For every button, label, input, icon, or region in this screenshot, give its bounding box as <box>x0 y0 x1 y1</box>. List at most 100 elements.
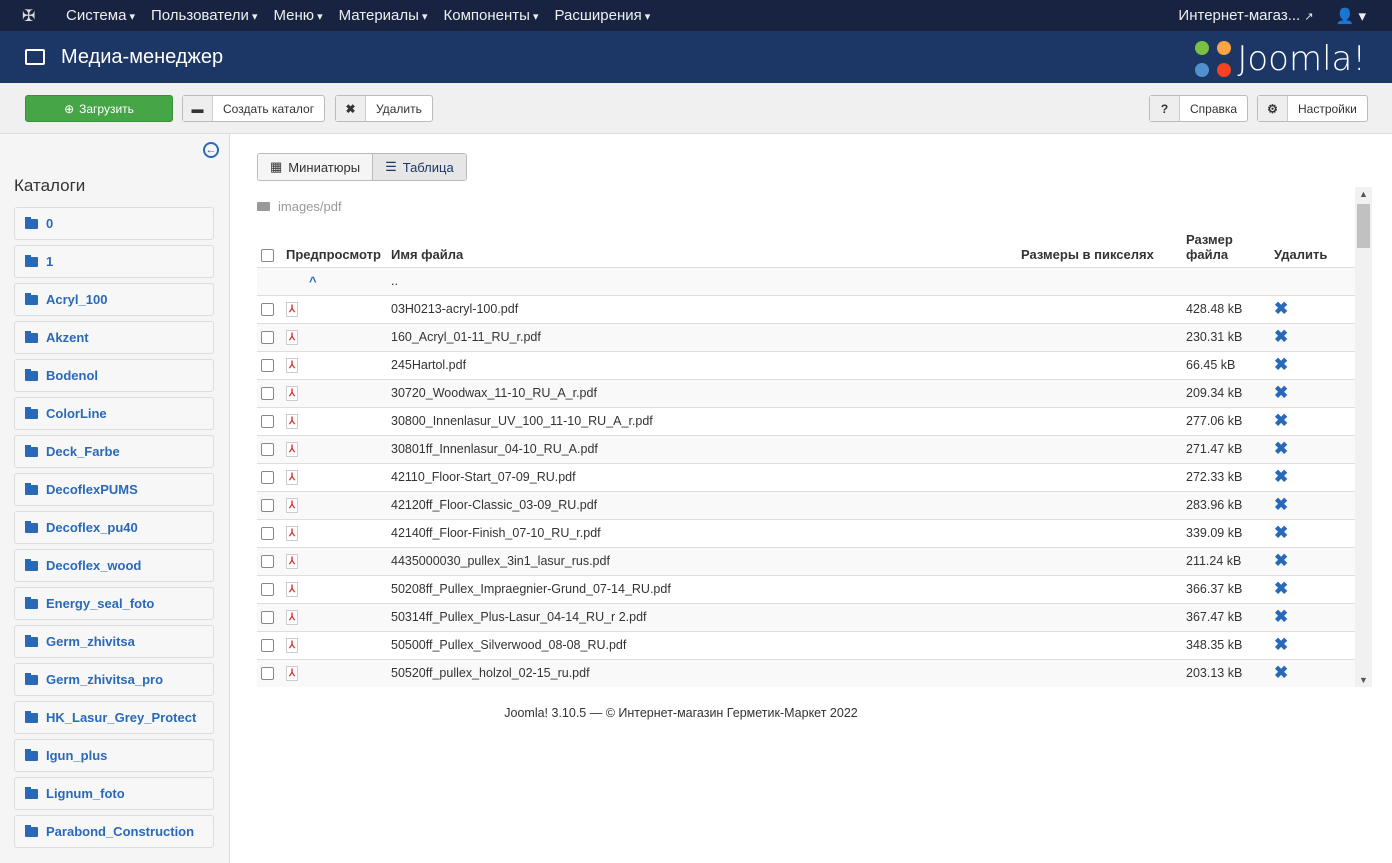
file-name[interactable]: 42110_Floor-Start_07-09_RU.pdf <box>387 463 1017 492</box>
file-name[interactable]: 50520ff_pullex_holzol_02-15_ru.pdf <box>387 659 1017 687</box>
table-row: ⅄ 4435000030_pullex_3in1_lasur_rus.pdf 211… <box>257 547 1355 576</box>
row-checkbox[interactable] <box>261 415 274 429</box>
delete-file-icon[interactable]: ✖ <box>1274 411 1288 430</box>
delete-button[interactable]: ✖ Удалить <box>335 95 433 122</box>
delete-file-icon[interactable]: ✖ <box>1274 607 1288 626</box>
row-checkbox[interactable] <box>261 667 274 681</box>
delete-file-icon[interactable]: ✖ <box>1274 523 1288 542</box>
delete-file-icon[interactable]: ✖ <box>1274 551 1288 570</box>
site-link[interactable]: Интернет-магаз... ↗ <box>1178 7 1313 25</box>
delete-file-icon[interactable]: ✖ <box>1274 383 1288 402</box>
folder-item[interactable]: Bodenol <box>14 359 214 392</box>
thumbnails-view-button[interactable]: ▦ Миниатюры <box>258 154 373 180</box>
delete-file-icon[interactable]: ✖ <box>1274 327 1288 346</box>
col-delete: Удалить <box>1270 225 1355 268</box>
folder-item[interactable]: Deck_Farbe <box>14 435 214 468</box>
menu-extensions[interactable]: Расширения <box>555 7 651 24</box>
folder-item[interactable]: Akzent <box>14 321 214 354</box>
table-view-button[interactable]: ☰ Таблица <box>372 154 466 180</box>
collapse-sidebar-icon[interactable]: ← <box>203 142 219 158</box>
menu-content[interactable]: Материалы <box>339 7 428 24</box>
delete-file-icon[interactable]: ✖ <box>1274 467 1288 486</box>
file-name[interactable]: 30720_Woodwax_11-10_RU_A_r.pdf <box>387 379 1017 408</box>
row-checkbox[interactable] <box>261 471 274 485</box>
row-checkbox[interactable] <box>261 499 274 513</box>
file-name[interactable]: 42140ff_Floor-Finish_07-10_RU_r.pdf <box>387 519 1017 548</box>
thumbnails-label: Миниатюры <box>288 159 361 175</box>
file-size: 366.37 kB <box>1182 575 1270 604</box>
upload-button[interactable]: ⊕ Загрузить <box>25 95 173 122</box>
gear-icon: ⚙ <box>1258 96 1288 121</box>
create-folder-label: Создать каталог <box>223 101 315 116</box>
file-name[interactable]: 03H0213-acryl-100.pdf <box>387 295 1017 324</box>
folder-item[interactable]: HK_Lasur_Grey_Protect <box>14 701 214 734</box>
delete-file-icon[interactable]: ✖ <box>1274 663 1288 682</box>
delete-file-icon[interactable]: ✖ <box>1274 355 1288 374</box>
row-checkbox[interactable] <box>261 527 274 541</box>
file-name[interactable]: 30801ff_Innenlasur_04-10_RU_A.pdf <box>387 435 1017 464</box>
folder-item[interactable]: DecoflexPUMS <box>14 473 214 506</box>
folder-item[interactable]: Germ_zhivitsa_pro <box>14 663 214 696</box>
menu-menus[interactable]: Меню <box>273 7 322 24</box>
folder-label: Akzent <box>46 330 89 345</box>
delete-file-icon[interactable]: ✖ <box>1274 495 1288 514</box>
folder-item[interactable]: Acryl_100 <box>14 283 214 316</box>
row-checkbox[interactable] <box>261 639 274 653</box>
folder-item[interactable]: Igun_plus <box>14 739 214 772</box>
folder-item[interactable]: ColorLine <box>14 397 214 430</box>
folder-item[interactable]: Decoflex_pu40 <box>14 511 214 544</box>
folder-item[interactable]: Parabond_Construction <box>14 815 214 848</box>
delete-file-icon[interactable]: ✖ <box>1274 299 1288 318</box>
row-checkbox[interactable] <box>261 303 274 317</box>
row-checkbox[interactable] <box>261 583 274 597</box>
file-size: 428.48 kB <box>1182 295 1270 324</box>
row-checkbox[interactable] <box>261 611 274 625</box>
select-all-checkbox[interactable] <box>261 248 274 262</box>
folder-item[interactable]: Energy_seal_foto <box>14 587 214 620</box>
menu-users[interactable]: Пользователи <box>151 7 257 24</box>
file-name[interactable]: 50314ff_Pullex_Plus-Lasur_04-14_RU_r 2.p… <box>387 603 1017 632</box>
folder-item[interactable]: 1 <box>14 245 214 278</box>
row-checkbox[interactable] <box>261 331 274 345</box>
pdf-icon: ⅄ <box>286 302 298 317</box>
pdf-icon: ⅄ <box>286 610 298 625</box>
folder-item[interactable]: Germ_zhivitsa <box>14 625 214 658</box>
user-menu[interactable]: 👤 ▾ <box>1336 7 1366 25</box>
delete-file-icon[interactable]: ✖ <box>1274 579 1288 598</box>
file-name[interactable]: 50500ff_Pullex_Silverwood_08-08_RU.pdf <box>387 631 1017 660</box>
table-row: ⅄ 42120ff_Floor-Classic_03-09_RU.pdf 283.9… <box>257 491 1355 520</box>
folder-icon <box>25 216 38 229</box>
row-checkbox[interactable] <box>261 359 274 373</box>
options-button[interactable]: ⚙ Настройки <box>1257 95 1368 122</box>
folder-label: Decoflex_pu40 <box>46 520 138 535</box>
row-checkbox[interactable] <box>261 555 274 569</box>
file-name[interactable]: 4435000030_pullex_3in1_lasur_rus.pdf <box>387 547 1017 576</box>
chevron-up-icon[interactable]: ^ <box>309 274 317 289</box>
col-dims: Размеры в пикселях <box>1017 225 1182 268</box>
file-name[interactable]: 160_Acryl_01-11_RU_r.pdf <box>387 323 1017 352</box>
file-name[interactable]: 245Hartol.pdf <box>387 351 1017 380</box>
scrollbar[interactable]: ▲ ▼ <box>1355 187 1372 687</box>
table-row: ⅄ 245Hartol.pdf 66.45 kB ✖ <box>257 351 1355 380</box>
sidebar-title: Каталоги <box>14 176 86 195</box>
folder-item[interactable]: Lignum_foto <box>14 777 214 810</box>
menu-components[interactable]: Компоненты <box>444 7 539 24</box>
page-title: Медиа-менеджер <box>61 45 224 68</box>
parent-folder-link[interactable]: .. <box>387 267 1017 296</box>
row-checkbox[interactable] <box>261 443 274 457</box>
file-name[interactable]: 30800_Innenlasur_UV_100_11-10_RU_A_r.pdf <box>387 407 1017 436</box>
delete-file-icon[interactable]: ✖ <box>1274 439 1288 458</box>
create-folder-button[interactable]: ▬ Создать каталог <box>182 95 326 122</box>
folder-item[interactable]: 0 <box>14 207 214 240</box>
delete-file-icon[interactable]: ✖ <box>1274 635 1288 654</box>
folder-item[interactable]: Decoflex_wood <box>14 549 214 582</box>
file-dims <box>1017 379 1182 408</box>
site-link-label: Интернет-магаз... <box>1178 6 1301 24</box>
parent-folder-row[interactable]: ^.. <box>257 267 1355 296</box>
help-button[interactable]: ? Справка <box>1149 95 1249 122</box>
joomla-menu-icon[interactable]: ✠ <box>22 6 46 26</box>
menu-system[interactable]: Система <box>66 7 135 24</box>
row-checkbox[interactable] <box>261 387 274 401</box>
file-name[interactable]: 50208ff_Pullex_Impraegnier-Grund_07-14_R… <box>387 575 1017 604</box>
file-name[interactable]: 42120ff_Floor-Classic_03-09_RU.pdf <box>387 491 1017 520</box>
